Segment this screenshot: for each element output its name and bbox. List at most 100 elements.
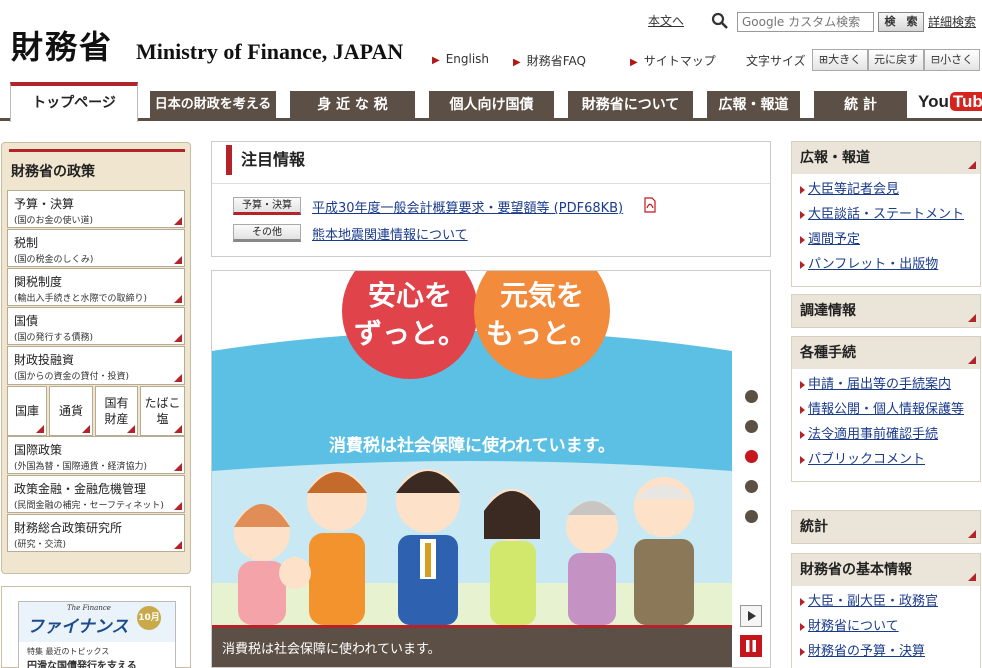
policy-item-treasury[interactable]: 国庫 [7,386,47,436]
section-heading[interactable]: 広報・報道 [792,142,980,174]
link-application-guide[interactable]: 申請・届出等の手続案内 [800,375,972,395]
policy-item-filp[interactable]: 財政投融資 (国からの資金の貸付・投資) [7,346,185,385]
advanced-search-link[interactable]: 詳細検索 [928,13,976,30]
link-ministry-budget[interactable]: 財務省の予算・決算 [800,642,972,662]
hero-caption: 消費税は社会保障に使われています。 [212,625,732,667]
corner-triangle-icon [174,502,182,510]
font-size-large-button[interactable]: ⊞大きく [812,49,868,71]
link-public-comment[interactable]: パブリックコメント [800,450,972,470]
section-heading-label: 広報・報道 [800,150,870,166]
section-heading[interactable]: 財務省の基本情報 [792,554,980,586]
play-icon [748,611,756,621]
minus-icon: ⊟ [930,53,941,66]
link-about-ministry[interactable]: 財務省について [800,617,972,637]
magazine-issue-badge: 10月 [137,606,161,630]
carousel-dot-1[interactable] [745,390,758,403]
tab-statistics[interactable]: 統 計 [814,91,907,119]
section-heading-label: 統計 [800,519,828,535]
policy-item-currency[interactable]: 通貨 [49,386,93,436]
link-press-conference[interactable]: 大臣等記者会見 [800,180,972,200]
skip-to-content-link[interactable]: 本文へ [648,12,684,29]
corner-triangle-icon [968,530,976,538]
youtube-link[interactable]: YouTube [918,92,982,112]
link-ministerial-statement[interactable]: 大臣談話・ステートメント [800,205,972,225]
plus-icon: ⊞ [818,53,829,66]
policy-item-title: 国際政策 [14,443,63,457]
carousel-dot-3-active[interactable] [745,450,758,463]
section-heading[interactable]: 各種手続 [792,337,980,369]
faq-link[interactable]: ▶ 財務省FAQ [513,52,586,69]
policy-small-label: 国有 財産 [104,396,129,426]
link-no-action-letter[interactable]: 法令適用事前確認手続 [800,425,972,445]
tab-about-mof[interactable]: 財務省について [568,91,693,119]
sitemap-link[interactable]: ▶ サイトマップ [630,52,716,69]
carousel-pause-button[interactable] [740,635,762,657]
policy-small-label: たばこ 塩 [144,396,181,426]
policy-item-title: 予算・決算 [14,197,75,211]
corner-triangle-icon [968,314,976,322]
policy-item-title: 財務総合政策研究所 [14,521,123,535]
sitemap-label: サイトマップ [643,54,716,68]
corner-triangle-icon [968,573,976,581]
section-heading-label: 財務省の基本情報 [800,562,912,578]
policy-item-bonds[interactable]: 国債 (国の発行する債務) [7,307,185,345]
font-size-reset-button[interactable]: 元に戻す [868,49,924,71]
policy-item-financial-crisis[interactable]: 政策金融・金融危機管理 (民間金融の補完・セーフティネット) [7,475,185,513]
search-icon [711,12,728,29]
tab-individual-bonds[interactable]: 個人向け国債 [429,91,554,119]
divider [212,183,770,184]
link-weekly-schedule[interactable]: 週間予定 [800,230,972,250]
corner-triangle-icon [127,425,135,433]
policy-item-research-institute[interactable]: 財務総合政策研究所 (研究・交流) [7,514,185,552]
carousel-dot-2[interactable] [745,420,758,433]
search-button[interactable]: 検 索 [878,12,924,32]
policy-small-label: 通貨 [58,404,83,418]
featured-link-budget-request[interactable]: 平成30年度一般会計概算要求・要望額等 (PDF68KB) [312,197,623,216]
english-link[interactable]: ▶ English [432,52,489,66]
featured-info-title: 注目情報 [226,145,305,175]
triangle-right-icon: ▶ [432,55,440,66]
policy-item-title: 関税制度 [14,275,63,289]
tab-public-relations[interactable]: 広報・報道 [707,91,800,119]
featured-info-box: 注目情報 予算・決算 平成30年度一般会計概算要求・要望額等 (PDF68KB)… [211,141,771,257]
featured-link-kumamoto[interactable]: 熊本地震関連情報について [312,224,468,243]
slogan-peace-of-mind: 安心を ずっと。 [353,279,466,350]
procurement-section: 調達情報 [791,294,981,328]
tab-familiar-tax[interactable]: 身 近 な 税 [290,91,415,119]
link-publications[interactable]: パンフレット・出版物 [800,255,972,275]
search-input[interactable] [737,12,874,32]
magazine-feature-title: 円滑な国債発行を支える [27,661,137,668]
font-small-label: 小さく [940,53,974,66]
youtube-tube-text: Tube [949,92,982,111]
policy-item-national-property[interactable]: 国有 財産 [95,386,138,436]
policy-item-international[interactable]: 国際政策 (外国為替・国際通貨・経済協力) [7,436,185,474]
section-heading[interactable]: 調達情報 [792,295,980,327]
font-size-small-button[interactable]: ⊟小さく [924,49,980,71]
policy-item-tobacco-salt[interactable]: たばこ 塩 [140,386,185,436]
corner-triangle-icon [174,425,182,433]
magazine-feature-label: 特集 最近のトピックス [27,647,110,656]
carousel-dot-5[interactable] [745,510,758,523]
policy-item-sub: (民間金融の補完・セーフティネット) [14,501,164,511]
finance-magazine-cover[interactable]: The Finance ファイナンス 10月 特集 最近のトピックス 円滑な国債… [18,601,176,668]
tab-japan-finance[interactable]: 日本の財政を考える [150,91,276,119]
hero-slide-image[interactable]: 安心を ずっと。 元気を もっと。 消費税は社会保障に使われています。 [212,271,732,625]
policy-item-sub: (輸出入手続きと水際での取締り) [14,294,148,304]
carousel-play-button[interactable] [740,605,762,627]
section-heading[interactable]: 統計 [792,511,980,543]
carousel-dot-4[interactable] [745,480,758,493]
policy-item-customs[interactable]: 関税制度 (輸出入手続きと水際での取締り) [7,268,185,306]
site-logo-en[interactable]: Ministry of Finance, JAPAN [136,39,403,65]
policy-item-tax[interactable]: 税制 (国の税金のしくみ) [7,229,185,267]
policy-item-sub: (国のお金の使い道) [14,216,94,226]
link-ministers[interactable]: 大臣・副大臣・政務官 [800,592,972,612]
tab-top-page[interactable]: トップページ [10,82,138,122]
finance-magazine-box: The Finance ファイナンス 10月 特集 最近のトピックス 円滑な国債… [1,586,191,668]
policy-item-sub: (国の税金のしくみ) [14,255,94,265]
english-label: English [445,52,490,66]
site-logo-jp[interactable]: 財務省 [11,22,113,68]
slogan-more-energy: 元気を もっと。 [485,279,598,350]
corner-triangle-icon [82,425,90,433]
link-info-disclosure[interactable]: 情報公開・個人情報保護等 [800,400,972,420]
policy-item-budget[interactable]: 予算・決算 (国のお金の使い道) [7,190,185,228]
